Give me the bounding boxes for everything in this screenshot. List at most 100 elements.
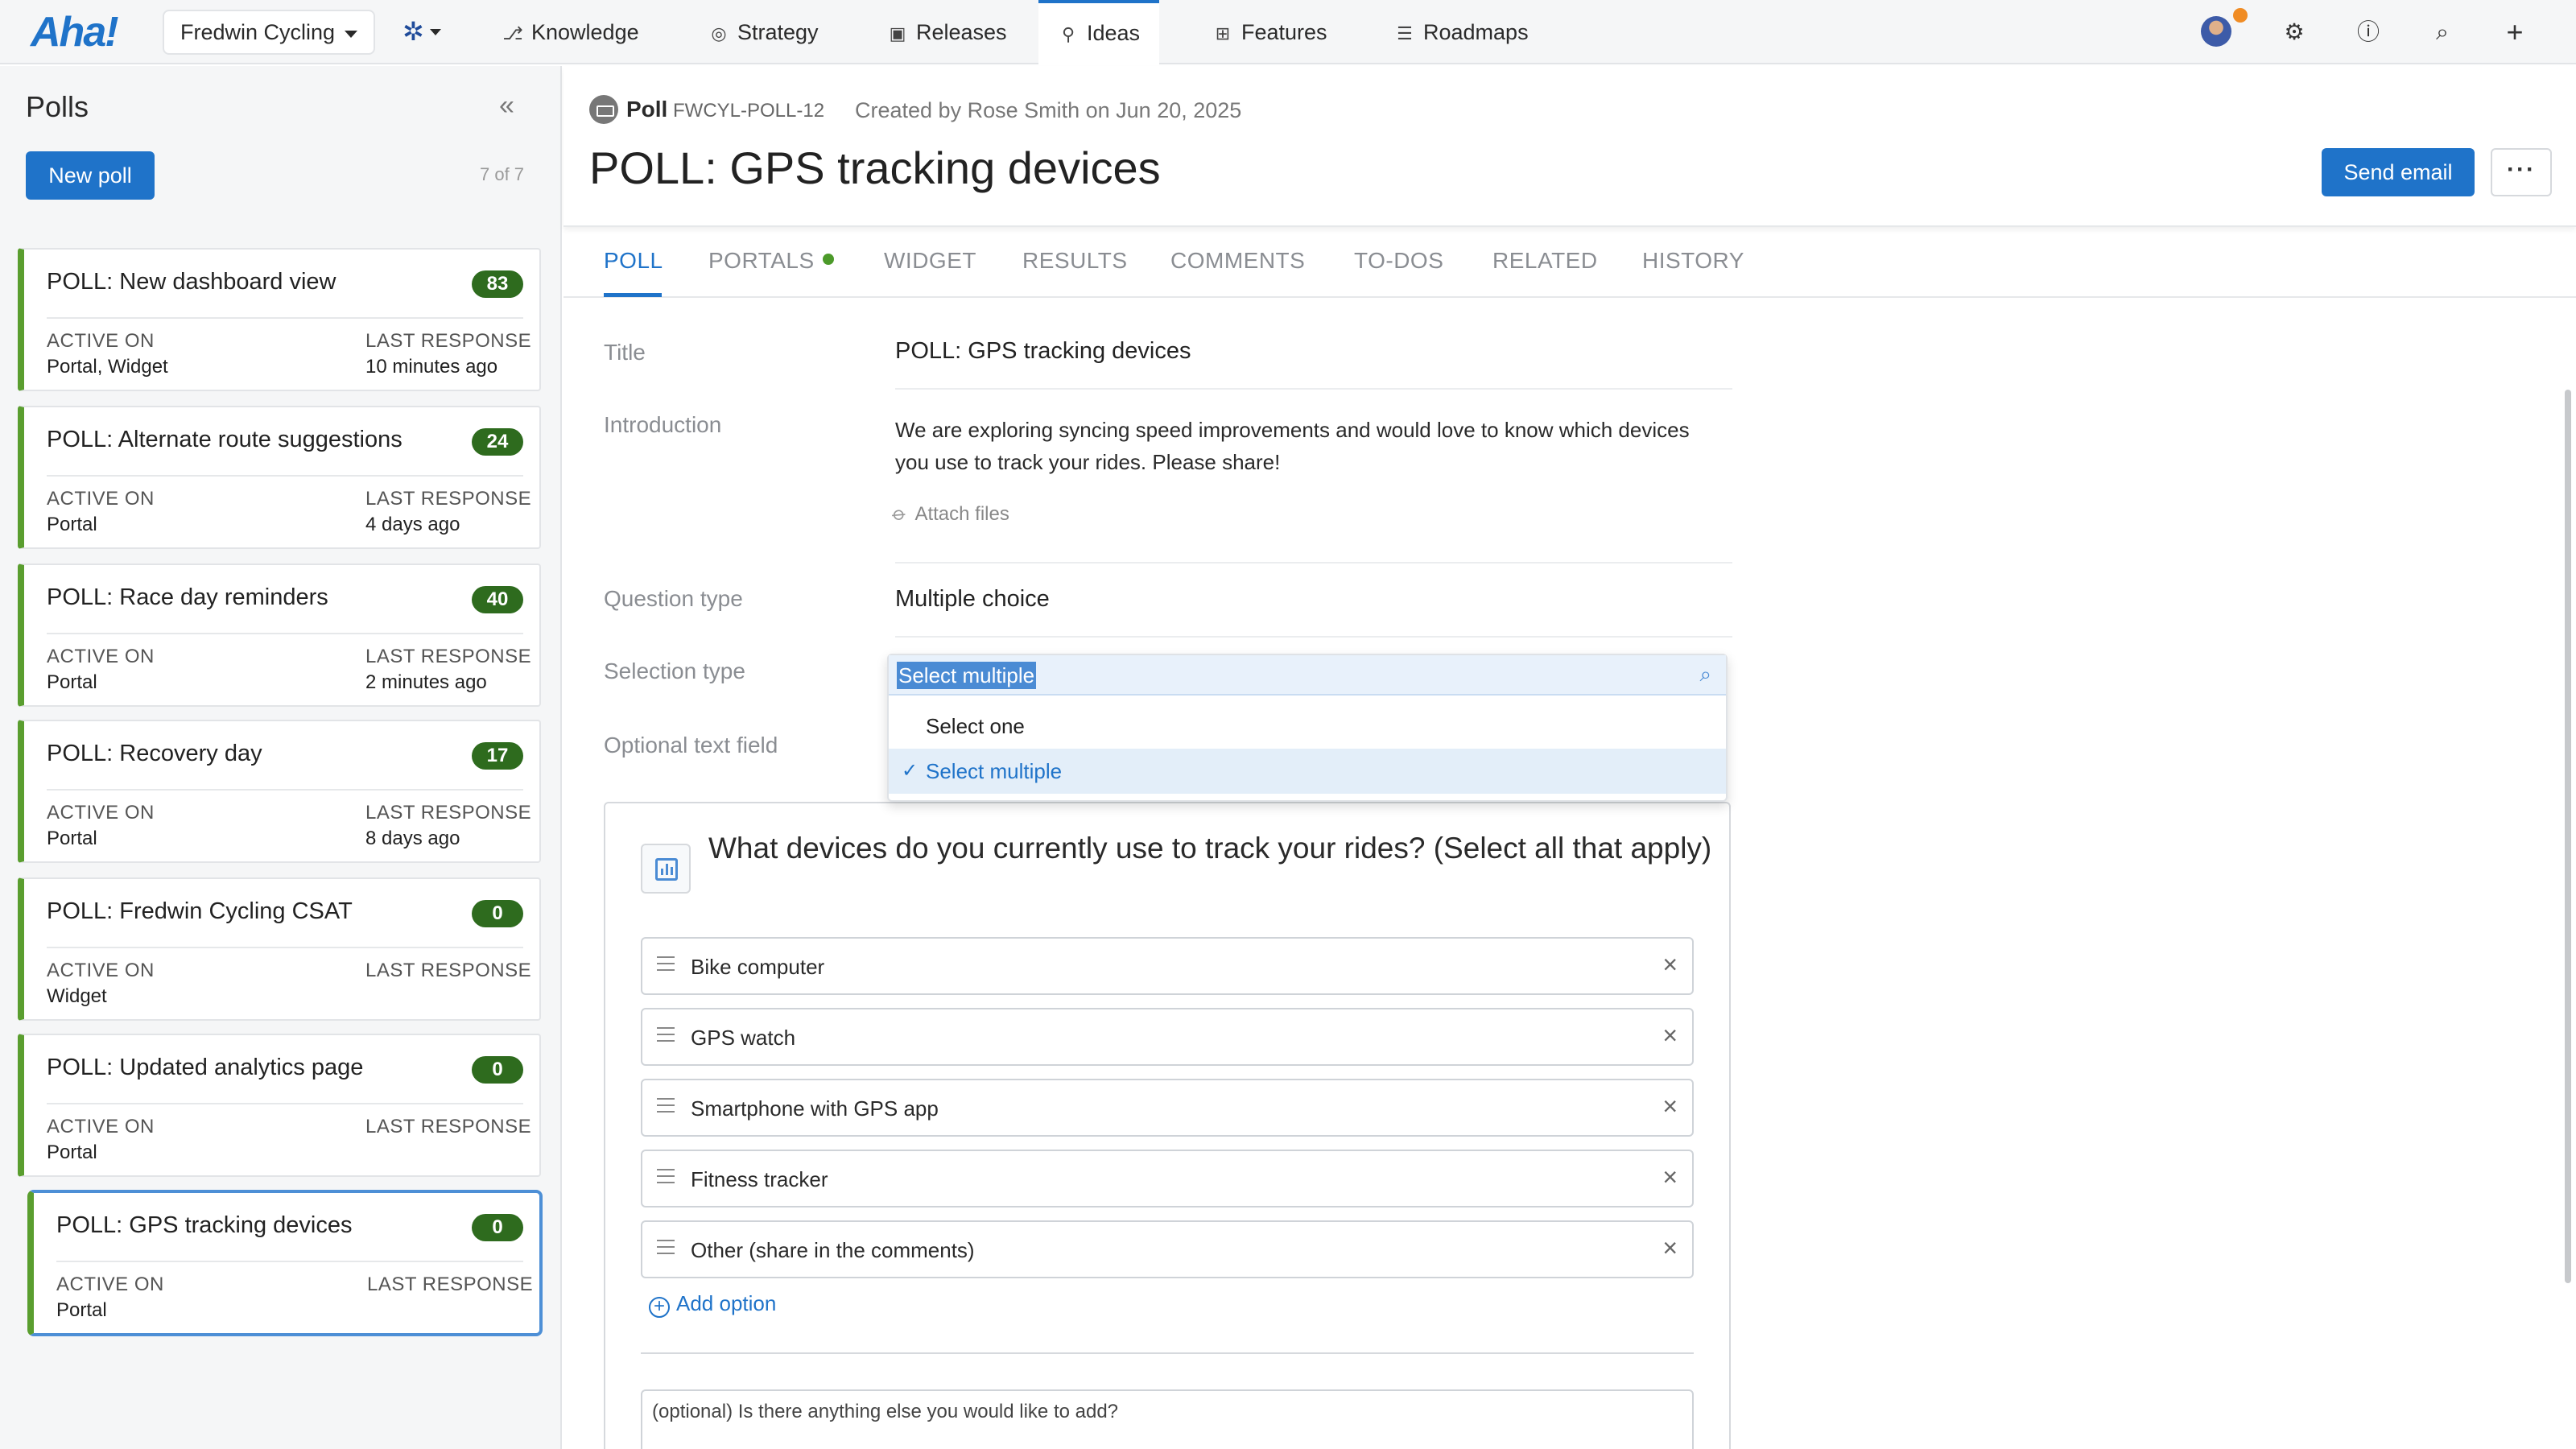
workspace-type-icon: ✲	[402, 17, 424, 46]
drag-handle-icon[interactable]	[657, 1098, 675, 1113]
sidebar-title: Polls	[26, 90, 89, 123]
poll-option[interactable]: Other (share in the comments) ×	[641, 1220, 1694, 1278]
nav-strategy[interactable]: ◎ Strategy	[689, 0, 838, 64]
close-icon[interactable]: ×	[1662, 1162, 1678, 1192]
active-on-label: ACTIVE ON	[47, 802, 155, 824]
close-icon[interactable]: ×	[1662, 950, 1678, 980]
poll-card[interactable]: POLL: Race day reminders 40 ACTIVE ON Po…	[18, 564, 541, 707]
selection-type-label: Selection type	[604, 658, 745, 683]
tab-related[interactable]: RELATED	[1492, 248, 1598, 274]
active-tab-indicator	[604, 293, 662, 297]
top-navigation: Aha! Fredwin Cycling ✲ ⎇ Knowledge ◎ Strat…	[0, 0, 2576, 66]
option-label[interactable]: Other (share in the comments)	[691, 1238, 975, 1263]
poll-card-title: POLL: Updated analytics page	[47, 1055, 364, 1080]
workspace-type-menu[interactable]: ✲	[399, 17, 448, 47]
dropdown-search-input[interactable]: Select multiple ⌕	[889, 655, 1726, 696]
tab-todos[interactable]: TO-DOS	[1354, 248, 1443, 274]
more-actions-button[interactable]: ···	[2491, 148, 2552, 196]
nav-ideas[interactable]: ⚲ Ideas	[1038, 0, 1160, 66]
scrollbar[interactable]	[2565, 390, 2571, 1283]
response-count-badge: 83	[472, 270, 523, 298]
poll-option[interactable]: Fitness tracker ×	[641, 1150, 1694, 1208]
nav-releases[interactable]: ▣ Releases	[868, 0, 1026, 64]
tab-history[interactable]: HISTORY	[1642, 248, 1744, 274]
nav-label: Roadmaps	[1423, 20, 1529, 44]
tab-widget[interactable]: WIDGET	[884, 248, 976, 274]
collapse-sidebar-icon[interactable]: «	[499, 90, 514, 122]
active-on-value: Portal	[56, 1299, 107, 1321]
title-label: Title	[604, 340, 646, 365]
workspace-selector[interactable]: Fredwin Cycling	[163, 10, 375, 55]
dropdown-option-select-multiple[interactable]: ✓ Select multiple	[889, 749, 1726, 794]
poll-count: 7 of 7	[480, 164, 525, 184]
record-created-by: Created by Rose Smith on Jun 20, 2025	[855, 98, 1242, 122]
tab-comments[interactable]: COMMENTS	[1170, 248, 1305, 274]
poll-icon	[589, 95, 618, 124]
optional-text-input[interactable]: (optional) Is there anything else you wo…	[641, 1389, 1694, 1449]
dropdown-option-select-one[interactable]: Select one	[889, 704, 1726, 749]
option-label[interactable]: Bike computer	[691, 955, 824, 980]
poll-card[interactable]: POLL: Alternate route suggestions 24 ACT…	[18, 406, 541, 549]
poll-card[interactable]: POLL: Fredwin Cycling CSAT 0 ACTIVE ON W…	[18, 877, 541, 1021]
question-type-field[interactable]: Multiple choice	[895, 586, 1050, 613]
poll-question[interactable]: What devices do you currently use to tra…	[708, 829, 1715, 868]
new-poll-button[interactable]: New poll	[26, 151, 155, 200]
active-on-label: ACTIVE ON	[47, 646, 155, 667]
nav-features[interactable]: ⊞ Features	[1193, 0, 1347, 64]
poll-option[interactable]: GPS watch ×	[641, 1008, 1694, 1066]
checkmark-icon: ✓	[902, 760, 919, 782]
search-icon[interactable]: ⌕	[2425, 14, 2460, 50]
record-type: Poll	[626, 97, 668, 122]
tab-portals[interactable]: PORTALS	[708, 248, 834, 274]
drag-handle-icon[interactable]	[657, 1027, 675, 1042]
close-icon[interactable]: ×	[1662, 1021, 1678, 1051]
gear-icon[interactable]: ⚙	[2277, 14, 2312, 50]
nav-knowledge[interactable]: ⎇ Knowledge	[483, 0, 658, 64]
aha-logo[interactable]: Aha!	[31, 8, 119, 56]
user-avatar[interactable]	[2201, 16, 2231, 47]
send-email-button[interactable]: Send email	[2322, 148, 2475, 196]
last-response-label: LAST RESPONSE	[365, 488, 532, 510]
title-field[interactable]: POLL: GPS tracking devices	[895, 338, 1191, 365]
close-icon[interactable]: ×	[1662, 1233, 1678, 1263]
option-label[interactable]: GPS watch	[691, 1026, 795, 1051]
close-icon[interactable]: ×	[1662, 1092, 1678, 1121]
page-title[interactable]: POLL: GPS tracking devices	[589, 142, 1161, 194]
nav-roadmaps[interactable]: ☰ Roadmaps	[1375, 0, 1548, 64]
option-label[interactable]: Fitness tracker	[691, 1167, 828, 1192]
help-icon[interactable]: ⓘ	[2351, 14, 2386, 50]
add-option-link[interactable]: + Add option	[649, 1291, 776, 1318]
poll-card[interactable]: POLL: Updated analytics page 0 ACTIVE ON…	[18, 1034, 541, 1177]
record-id[interactable]: FWCYL-POLL-12	[673, 100, 824, 122]
poll-card-title: POLL: Fredwin Cycling CSAT	[47, 898, 353, 924]
drag-handle-icon[interactable]	[657, 956, 675, 971]
selection-type-dropdown[interactable]: Select multiple ⌕ Select one ✓ Select mul…	[887, 654, 1728, 802]
search-icon: ⌕	[1699, 662, 1711, 686]
tab-results[interactable]: RESULTS	[1022, 248, 1128, 274]
divider	[47, 947, 523, 948]
record-tabs: POLL PORTALS WIDGET RESULTS COMMENTS TO-…	[564, 232, 2576, 298]
response-count-badge: 24	[472, 428, 523, 456]
poll-card[interactable]: POLL: Recovery day 17 ACTIVE ON Portal L…	[18, 720, 541, 863]
last-response-label: LAST RESPONSE	[365, 1116, 532, 1137]
poll-card-title: POLL: New dashboard view	[47, 269, 336, 295]
active-on-label: ACTIVE ON	[47, 330, 155, 352]
poll-option[interactable]: Bike computer ×	[641, 937, 1694, 995]
poll-option[interactable]: Smartphone with GPS app ×	[641, 1079, 1694, 1137]
option-label: Select multiple	[926, 759, 1063, 783]
drag-handle-icon[interactable]	[657, 1169, 675, 1183]
poll-card-title: POLL: Alternate route suggestions	[47, 427, 402, 452]
poll-card-selected[interactable]: POLL: GPS tracking devices 0 ACTIVE ON P…	[27, 1190, 543, 1336]
tab-poll[interactable]: POLL	[604, 248, 663, 274]
drag-handle-icon[interactable]	[657, 1240, 675, 1254]
last-response-label: LAST RESPONSE	[365, 646, 532, 667]
nav-label: Knowledge	[531, 20, 639, 44]
option-label[interactable]: Smartphone with GPS app	[691, 1096, 939, 1121]
poll-card[interactable]: POLL: New dashboard view 83 ACTIVE ON Po…	[18, 248, 541, 391]
introduction-field[interactable]: We are exploring syncing speed improveme…	[895, 414, 1700, 478]
plus-icon[interactable]: +	[2497, 14, 2533, 50]
attach-files-link[interactable]: ⌀ Attach files	[888, 502, 1009, 526]
active-on-value: Portal	[47, 1141, 97, 1163]
last-response-label: LAST RESPONSE	[365, 330, 532, 352]
active-on-label: ACTIVE ON	[47, 960, 155, 981]
